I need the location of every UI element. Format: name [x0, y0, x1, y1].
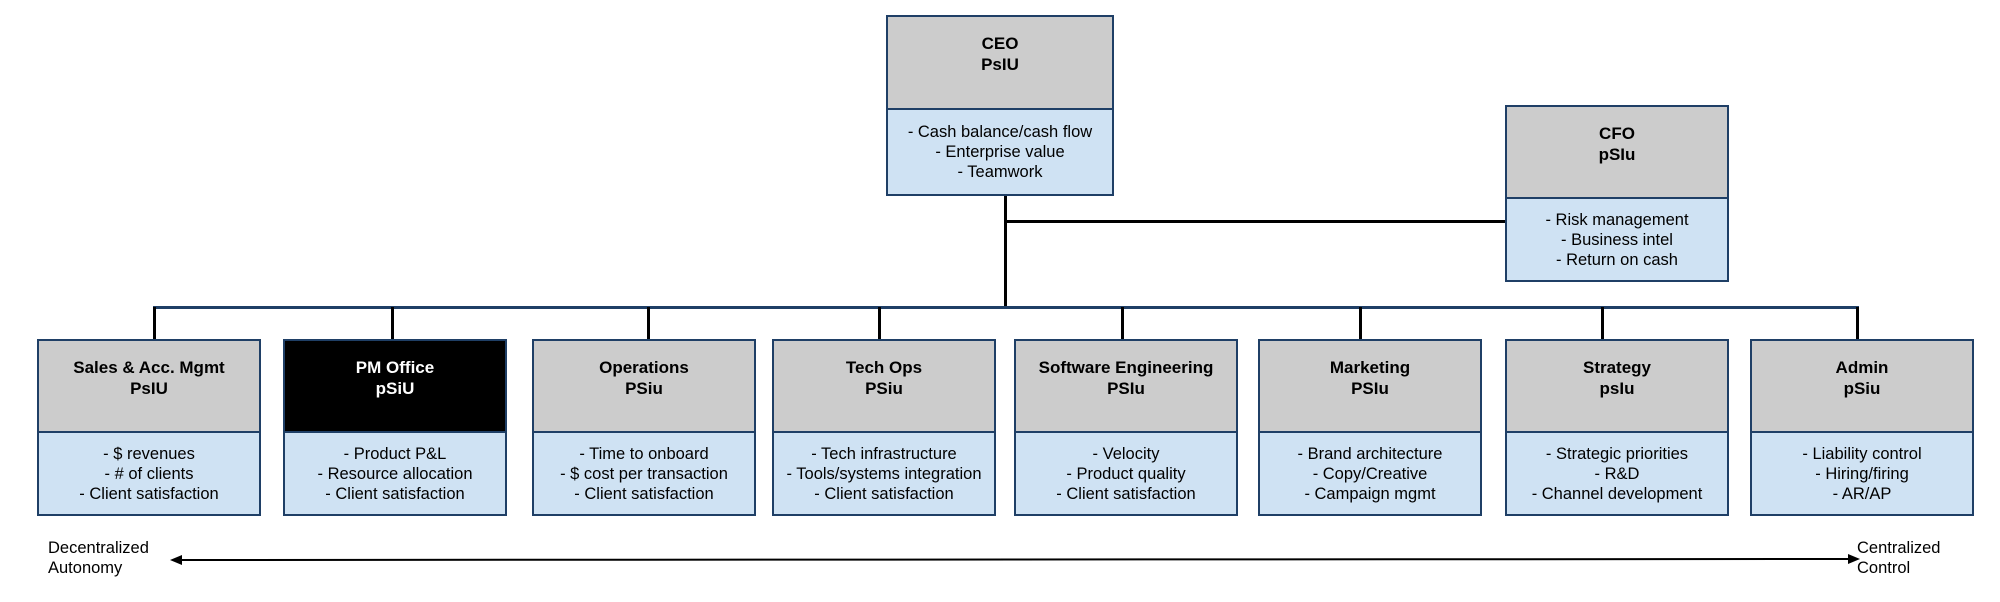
department-title: Operations	[599, 358, 689, 377]
department-connector	[647, 307, 650, 340]
ceo-header: CEO PsIU	[888, 17, 1112, 110]
metric: - Channel development	[1531, 484, 1703, 503]
cfo-title: CFO	[1599, 124, 1635, 143]
metric: - Brand architecture	[1297, 444, 1443, 463]
metric: - Velocity	[1092, 444, 1160, 463]
department-metrics: - Tech infrastructure - Tools/systems int…	[774, 433, 994, 514]
metric: - Business intel	[1561, 230, 1673, 249]
department-header: PM Office pSiU	[285, 341, 505, 433]
department-metrics: - Brand architecture - Copy/Creative - Cam…	[1260, 433, 1480, 514]
department-metrics: - Liability control - Hiring/firing - AR/A…	[1752, 433, 1972, 514]
department-code: PSIu	[1107, 379, 1145, 398]
department-title: Sales & Acc. Mgmt	[73, 358, 225, 377]
department-connector	[391, 307, 394, 340]
metric: - Client satisfaction	[79, 484, 219, 503]
department-code: pSiU	[375, 379, 415, 398]
department-box: PM Office pSiU - Product P&L - Resource a…	[283, 339, 507, 516]
department-metrics: - Product P&L - Resource allocation - Clie…	[285, 433, 505, 514]
metric: - Risk management	[1545, 210, 1689, 229]
department-metrics: - Strategic priorities - R&D - Channel dev…	[1507, 433, 1727, 514]
department-title: Software Engineering	[1038, 358, 1214, 377]
metric: - AR/AP	[1832, 484, 1892, 503]
department-box: Marketing PSIu - Brand architecture - Cop…	[1258, 339, 1482, 516]
metric: - Client satisfaction	[325, 484, 465, 503]
department-box: Operations PSiu - Time to onboard - $ cos…	[532, 339, 756, 516]
axis-right-label: Centralized Control	[1857, 538, 1940, 578]
department-code: PSiu	[865, 379, 903, 398]
metric: - Product P&L	[343, 444, 447, 463]
metric: - Hiring/firing	[1815, 464, 1909, 483]
department-title: Admin	[1835, 358, 1889, 377]
department-box: Admin pSiu - Liability control - Hiring/f…	[1750, 339, 1974, 516]
metric: - Liability control	[1802, 444, 1922, 463]
axis-left-line1: Decentralized	[48, 539, 149, 557]
metric: - Return on cash	[1556, 250, 1678, 269]
ceo-connector-vertical	[1004, 195, 1007, 308]
department-header: Marketing PSIu	[1260, 341, 1480, 433]
department-metrics: - Time to onboard - $ cost per transactio…	[534, 433, 754, 514]
department-connector	[153, 307, 156, 340]
metric: - Client satisfaction	[1056, 484, 1196, 503]
department-title: Strategy	[1582, 358, 1652, 377]
metric: - Time to onboard	[579, 444, 709, 463]
metric: - Client satisfaction	[574, 484, 714, 503]
metric: - Copy/Creative	[1312, 464, 1428, 483]
department-connector	[1121, 307, 1124, 340]
department-connector	[878, 307, 881, 340]
metric: - Tech infrastructure	[811, 444, 957, 463]
metric: - Tools/systems integration	[786, 464, 982, 483]
department-code: pSiu	[1843, 379, 1881, 398]
department-header: Admin pSiu	[1752, 341, 1972, 433]
axis-right-line2: Control	[1857, 559, 1911, 577]
metric: - Strategic priorities	[1545, 444, 1689, 463]
metric: - Enterprise value	[935, 143, 1065, 161]
autonomy-control-arrow	[170, 554, 1860, 565]
cfo-connector	[1004, 220, 1506, 223]
ceo-code: PsIU	[981, 55, 1019, 74]
department-box: Tech Ops PSiu - Tech infrastructure - Too…	[772, 339, 996, 516]
cfo-code: pSIu	[1598, 145, 1636, 164]
ceo-metrics: - Cash balance/cash flow - Enterprise va…	[888, 110, 1112, 194]
department-title: Marketing	[1329, 358, 1411, 377]
department-code: psIu	[1599, 379, 1635, 398]
department-metrics: - Velocity - Product quality - Client sati…	[1016, 433, 1236, 514]
department-box: Sales & Acc. Mgmt PsIU - $ revenues - # o…	[37, 339, 261, 516]
metric: - Product quality	[1066, 464, 1186, 483]
department-header: Operations PSiu	[534, 341, 754, 433]
axis-right-line1: Centralized	[1857, 539, 1941, 557]
department-header: Sales & Acc. Mgmt PsIU	[39, 341, 259, 433]
cfo-box: CFO pSIu - Risk management - Business in…	[1505, 105, 1729, 282]
metric: - $ cost per transaction	[560, 464, 728, 483]
ceo-box: CEO PsIU - Cash balance/cash flow - Ente…	[886, 15, 1114, 196]
cfo-metrics: - Risk management - Business intel - Ret…	[1507, 199, 1727, 280]
metric: - # of clients	[104, 464, 194, 483]
axis-left-line2: Autonomy	[48, 559, 123, 577]
metric: - Resource allocation	[317, 464, 473, 483]
department-header: Software Engineering PSIu	[1016, 341, 1236, 433]
metric: - $ revenues	[103, 444, 195, 463]
metric: - Teamwork	[957, 163, 1043, 181]
department-connector	[1856, 307, 1859, 340]
department-title: PM Office	[355, 358, 435, 377]
department-metrics: - $ revenues - # of clients - Client satis…	[39, 433, 259, 514]
department-code: PSiu	[625, 379, 663, 398]
department-connector	[1601, 307, 1604, 340]
axis-left-label: Decentralized Autonomy	[48, 538, 149, 578]
department-header: Strategy psIu	[1507, 341, 1727, 433]
cfo-header: CFO pSIu	[1507, 107, 1727, 199]
metric: - Client satisfaction	[814, 484, 954, 503]
department-box: Software Engineering PSIu - Velocity - Pr…	[1014, 339, 1238, 516]
department-header: Tech Ops PSiu	[774, 341, 994, 433]
department-connector	[1359, 307, 1362, 340]
metric: - Cash balance/cash flow	[907, 123, 1093, 141]
department-box: Strategy psIu - Strategic priorities - R&…	[1505, 339, 1729, 516]
ceo-title: CEO	[981, 34, 1019, 53]
department-code: PsIU	[130, 379, 168, 398]
metric: - R&D	[1594, 464, 1640, 483]
department-title: Tech Ops	[845, 358, 923, 377]
metric: - Campaign mgmt	[1304, 484, 1436, 503]
department-code: PSIu	[1351, 379, 1389, 398]
